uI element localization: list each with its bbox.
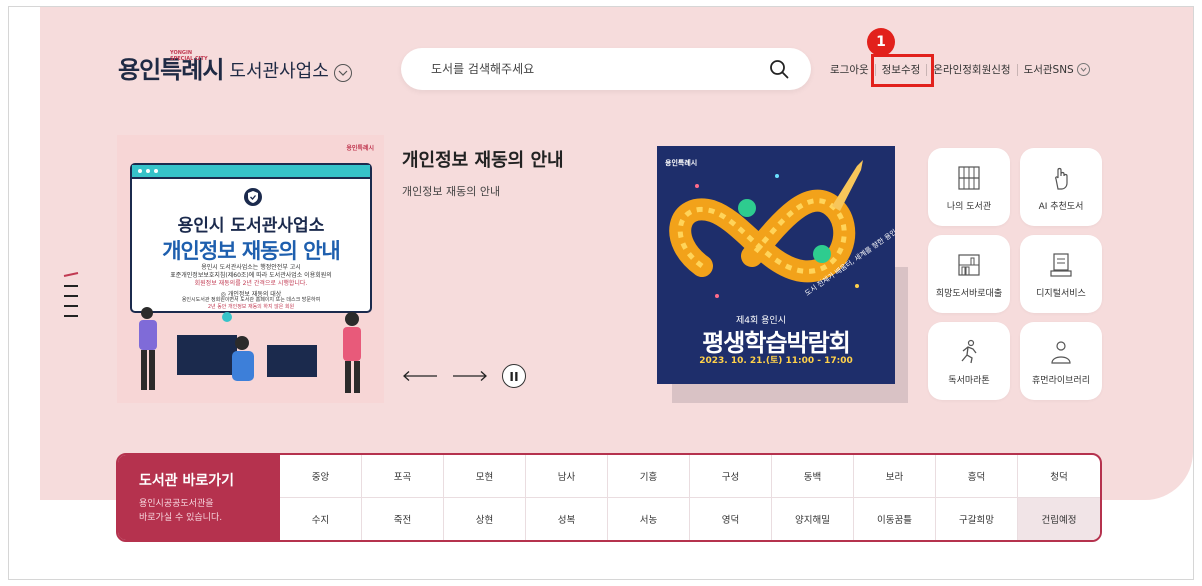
pause-button[interactable] xyxy=(502,364,526,388)
library-link[interactable]: 죽전 xyxy=(362,497,444,540)
quick-label: 휴먼라이브러리 xyxy=(1032,376,1090,386)
quick-label: 디지털서비스 xyxy=(1036,289,1086,299)
shortcut-description: 용인시공공도서관을 바로가실 수 있습니다. xyxy=(139,499,223,523)
library-link[interactable]: 기흥 xyxy=(608,455,690,498)
library-link[interactable]: 영덕 xyxy=(690,497,772,540)
hand-pointer-icon xyxy=(1055,167,1068,190)
runner-icon xyxy=(961,339,977,364)
quick-ai-book-button[interactable]: AI 추천도서 xyxy=(1020,148,1102,226)
library-link[interactable]: 이동꿈틀 xyxy=(854,497,936,540)
highlight-box xyxy=(871,54,934,87)
logout-link[interactable]: 로그아웃 xyxy=(830,62,869,77)
chevron-down-icon[interactable] xyxy=(333,64,352,82)
library-link[interactable]: 구성 xyxy=(690,455,772,498)
library-link[interactable]: 성복 xyxy=(526,497,608,540)
arrow-left-icon[interactable] xyxy=(402,370,438,382)
banner-line: 용인시도서관 정회원이면서 도서관 홈페이지 또는 데스크 방문하여 xyxy=(181,297,321,303)
quick-human-library-button[interactable]: 휴먼라이브러리 xyxy=(1020,322,1102,400)
arrow-right-icon[interactable] xyxy=(452,370,488,382)
library-sns-link[interactable]: 도서관SNS xyxy=(1024,62,1074,77)
quick-my-library-button[interactable]: 나의 도서관 xyxy=(928,148,1010,226)
notice-title[interactable]: 개인정보 재동의 안내 xyxy=(402,146,564,172)
infinity-pencil-illustration: 도시 전체가 배움터, 세계를 향한 용인 xyxy=(669,160,895,298)
online-member-link[interactable]: 온라인정회원신청 xyxy=(933,62,1010,77)
step-badge: 1 xyxy=(867,28,895,56)
library-link[interactable]: 서농 xyxy=(608,497,690,540)
book-stack-icon xyxy=(958,254,980,276)
logo-english: YONGIN SPECIAL CITY xyxy=(170,50,208,62)
library-link[interactable]: 보라 xyxy=(854,455,936,498)
shortcut-header: 도서관 바로가기 용인시공공도서관을 바로가실 수 있습니다. xyxy=(118,455,280,540)
library-link[interactable]: 청덕 xyxy=(1018,455,1100,498)
library-link[interactable]: 양지해밀 xyxy=(772,497,854,540)
pause-icon xyxy=(510,371,518,381)
library-link[interactable]: 모현 xyxy=(444,455,526,498)
shield-icon xyxy=(244,188,262,206)
window-bar xyxy=(132,165,370,179)
bookshelf-icon xyxy=(958,166,980,190)
banner-title-1: 용인시 도서관사업소 xyxy=(177,216,325,236)
notice-description: 개인정보 재동의 안내 xyxy=(402,185,501,198)
search-input[interactable] xyxy=(431,59,761,79)
quick-reading-marathon-button[interactable]: 독서마라톤 xyxy=(928,322,1010,400)
hamburger-menu-icon[interactable] xyxy=(60,272,82,322)
slider-controls xyxy=(402,364,526,388)
site-logo[interactable]: 용인특례시 YONGIN SPECIAL CITY 도서관사업소 xyxy=(118,50,352,85)
quick-label: 나의 도서관 xyxy=(946,202,992,212)
library-link[interactable]: 포곡 xyxy=(362,455,444,498)
top-links: 로그아웃 정보수정 온라인정회원신청 도서관SNS xyxy=(830,62,1090,77)
library-link[interactable]: 남사 xyxy=(526,455,608,498)
library-link[interactable]: 상현 xyxy=(444,497,526,540)
quick-label: AI 추천도서 xyxy=(1038,202,1084,212)
banner-logo: 용인특례시 xyxy=(346,145,374,152)
library-link[interactable]: 중앙 xyxy=(280,455,362,498)
site-name: 도서관사업소 xyxy=(229,61,329,82)
quick-label: 독서마라톤 xyxy=(948,376,990,386)
person-icon xyxy=(1051,341,1071,364)
quick-digital-service-button[interactable]: 디지털서비스 xyxy=(1020,235,1102,313)
banner-title-2: 개인정보 재동의 안내 xyxy=(162,239,341,263)
quick-label: 희망도서바로대출 xyxy=(935,289,1003,299)
shortcut-title: 도서관 바로가기 xyxy=(139,473,235,489)
library-link[interactable]: 구갈희망 xyxy=(936,497,1018,540)
library-link[interactable]: 흥덕 xyxy=(936,455,1018,498)
library-shortcut-bar: 도서관 바로가기 용인시공공도서관을 바로가실 수 있습니다. 중앙 포곡 모현 남사 기… xyxy=(116,453,1102,542)
search-box xyxy=(401,48,811,90)
notice-banner[interactable]: 용인특례시 용인시 도서관사업소 개인정보 재동의 안내 용인시 도서관사업소는… xyxy=(117,135,384,403)
divider xyxy=(1016,63,1018,76)
banner-line: 회원정보 재동의를 2년 간격으로 시행합니다. xyxy=(194,280,308,287)
computer-icon xyxy=(1050,253,1072,277)
poster-date: 2023. 10. 21.(토) 11:00 - 17:00 xyxy=(699,356,853,366)
library-grid: 중앙 포곡 모현 남사 기흥 구성 동백 보라 흥덕 청덕수지 죽전 상현 성복 서농 영덕 양지해밀 이동꿈틀… xyxy=(280,455,1100,540)
library-link[interactable]: 동백 xyxy=(772,455,854,498)
library-link[interactable]: 건립예정 xyxy=(1018,497,1100,540)
event-poster[interactable]: 용인특례시 도시 전체가 배움터, 세계를 향한 용인 제4회 용인시 평생학습… xyxy=(657,146,895,384)
banner-window: 용인시 도서관사업소 개인정보 재동의 안내 용인시 도서관사업소는 행정안전부… xyxy=(130,163,372,313)
people-illustration xyxy=(139,307,361,393)
chevron-down-icon[interactable] xyxy=(1076,63,1090,76)
quick-hope-book-button[interactable]: 희망도서바로대출 xyxy=(928,235,1010,313)
search-icon[interactable] xyxy=(769,59,789,79)
library-link[interactable]: 수지 xyxy=(280,497,362,540)
